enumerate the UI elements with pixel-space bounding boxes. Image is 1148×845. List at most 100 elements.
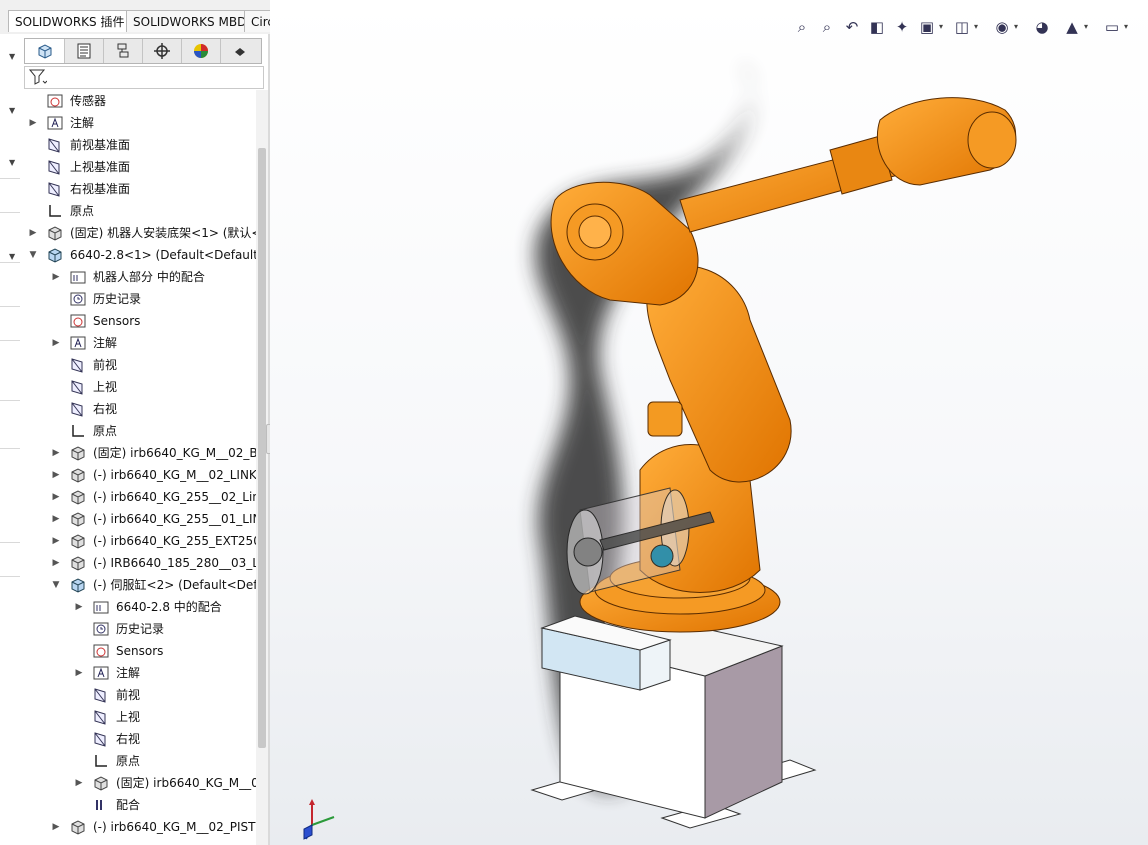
tree-item[interactable]: 历史记录 <box>20 288 256 310</box>
dropdown-arrow-icon[interactable]: ▾ <box>1084 14 1092 40</box>
zoom-to-area-icon[interactable]: ⌕ <box>815 14 839 40</box>
expand-arrow-icon[interactable]: ▶ <box>28 112 38 134</box>
annotation-icon <box>93 665 109 681</box>
component-icon <box>70 467 86 483</box>
tree-item[interactable]: Sensors <box>20 310 256 332</box>
tree-item[interactable]: 前视 <box>20 354 256 376</box>
tree-item[interactable]: ▶ (-) irb6640_KG_255__02_Link <box>20 486 256 508</box>
tree-item[interactable]: 历史记录 <box>20 618 256 640</box>
tree-item[interactable]: 原点 <box>20 200 256 222</box>
expand-arrow-icon[interactable]: ▶ <box>51 464 61 486</box>
tree-item[interactable]: ▶ (固定) 机器人安装底架<1> (默认< <box>20 222 256 244</box>
tree-item[interactable]: ▶ (-) irb6640_KG_255__01_LIN <box>20 508 256 530</box>
tab-solidworks-mbd[interactable]: SOLIDWORKS MBD <box>126 10 254 32</box>
tree-item[interactable]: ▶ 机器人部分 中的配合 <box>20 266 256 288</box>
feature-manager-tab-icon[interactable] <box>25 39 65 63</box>
tree-item-label: 机器人部分 中的配合 <box>93 270 205 284</box>
hide-show-items-icon[interactable]: ◉ <box>990 14 1014 40</box>
expand-arrow-icon[interactable]: ▶ <box>74 772 84 794</box>
expand-arrow-icon[interactable]: ▶ <box>74 596 84 618</box>
tree-item[interactable]: ▶ (固定) irb6640_KG_M__02_BA <box>20 442 256 464</box>
tree-item[interactable]: 前视基准面 <box>20 134 256 156</box>
tree-item[interactable]: 右视 <box>20 398 256 420</box>
view-orientation-icon[interactable]: ▣ <box>915 14 939 40</box>
tree-item[interactable]: ▶ (-) irb6640_KG_M__02_PISTO <box>20 816 256 838</box>
tree-item[interactable]: ▶ 注解 <box>20 112 256 134</box>
component-icon <box>70 511 86 527</box>
tree-item[interactable]: 右视基准面 <box>20 178 256 200</box>
tree-scrollbar[interactable] <box>256 90 268 845</box>
history-icon <box>93 621 109 637</box>
collapse-marker-icon[interactable]: ▼ <box>9 252 15 261</box>
tree-item-label: (-) 伺服缸<2> (Default<Defa <box>93 578 256 592</box>
display-style-icon[interactable]: ◫ <box>950 14 974 40</box>
expand-arrow-icon[interactable]: ▶ <box>51 530 61 552</box>
plane-icon <box>70 379 86 395</box>
tree-item[interactable]: ▼ 6640-2.8<1> (Default<Default_[ <box>20 244 256 266</box>
tree-item-label: (-) irb6640_KG_M__02_PISTO <box>93 820 256 834</box>
apply-scene-icon[interactable]: ▲ <box>1060 14 1084 40</box>
display-manager-icon[interactable] <box>181 39 221 63</box>
dropdown-arrow-icon[interactable]: ▾ <box>1014 14 1022 40</box>
tree-item[interactable]: 前视 <box>20 684 256 706</box>
section-view-icon[interactable]: ◧ <box>865 14 889 40</box>
tree-item[interactable]: 上视 <box>20 706 256 728</box>
filter-bar[interactable] <box>24 66 264 89</box>
expand-arrow-icon[interactable]: ▶ <box>51 508 61 530</box>
tree-item[interactable]: ▶ 注解 <box>20 332 256 354</box>
expand-arrow-icon[interactable]: ▶ <box>51 442 61 464</box>
robot-motor <box>647 401 683 437</box>
previous-view-icon[interactable]: ↶ <box>840 14 864 40</box>
configuration-manager-icon[interactable] <box>103 39 143 63</box>
collapse-marker-icon[interactable]: ▼ <box>9 158 15 167</box>
expand-arrow-icon[interactable]: ▶ <box>51 266 61 288</box>
tree-item[interactable]: 右视 <box>20 728 256 750</box>
tree-item[interactable]: ▶ (-) irb6640_KG_255_EXT250_ <box>20 530 256 552</box>
tree-item[interactable]: ▶ 注解 <box>20 662 256 684</box>
tree-item[interactable]: 传感器 <box>20 90 256 112</box>
collapse-marker-icon[interactable]: ▼ <box>9 52 15 61</box>
dimxpert-icon[interactable] <box>142 39 182 63</box>
tree-item-label: 历史记录 <box>93 292 142 306</box>
extra-icon[interactable] <box>220 39 259 63</box>
expand-arrow-icon[interactable]: ▶ <box>28 222 38 244</box>
tree-item[interactable]: 原点 <box>20 750 256 772</box>
collapse-marker-icon[interactable]: ▼ <box>9 106 15 115</box>
graphics-area[interactable]: ⌕ ⌕ ↶ ◧ ✦ ▣ ▾ ◫ ▾ ◉ ▾ ◕ ▲ ▾ ▭ ▾ <box>270 0 1148 845</box>
expand-arrow-icon[interactable]: ▶ <box>51 332 61 354</box>
scrollbar-thumb[interactable] <box>258 148 266 748</box>
dynamic-annotation-icon[interactable]: ✦ <box>890 14 914 40</box>
dropdown-arrow-icon[interactable]: ▾ <box>1124 14 1132 40</box>
dropdown-arrow-icon[interactable]: ▾ <box>939 14 947 40</box>
edit-appearance-icon[interactable]: ◕ <box>1030 14 1054 40</box>
tree-item[interactable]: 上视 <box>20 376 256 398</box>
tab-solidworks-addins[interactable]: SOLIDWORKS 插件 <box>8 10 132 32</box>
filter-icon[interactable] <box>28 69 48 89</box>
property-manager-icon[interactable] <box>64 39 104 63</box>
tree-item[interactable]: 配合 <box>20 794 256 816</box>
collapse-arrow-icon[interactable]: ▼ <box>28 244 38 266</box>
expand-arrow-icon[interactable]: ▶ <box>51 552 61 574</box>
expand-arrow-icon[interactable]: ▶ <box>74 662 84 684</box>
view-settings-icon[interactable]: ▭ <box>1100 14 1124 40</box>
tree-item[interactable]: ▶ (-) irb6640_KG_M__02_LINK <box>20 464 256 486</box>
tree-item[interactable]: Sensors <box>20 640 256 662</box>
origin-icon <box>47 203 63 219</box>
collapse-arrow-icon[interactable]: ▼ <box>51 574 61 596</box>
tree-item[interactable]: 原点 <box>20 420 256 442</box>
tree-item[interactable]: ▶ (-) IRB6640_185_280__03_LI <box>20 552 256 574</box>
robot-model[interactable] <box>270 0 1148 845</box>
tree-item[interactable]: ▼ (-) 伺服缸<2> (Default<Defa <box>20 574 256 596</box>
tree-item[interactable]: ▶ (固定) irb6640_KG_M__0 <box>20 772 256 794</box>
dropdown-arrow-icon[interactable]: ▾ <box>974 14 982 40</box>
expand-arrow-icon[interactable]: ▶ <box>51 816 61 838</box>
tree-item[interactable]: ▶ 6640-2.8 中的配合 <box>20 596 256 618</box>
plane-icon <box>93 687 109 703</box>
tree-item-label: (固定) irb6640_KG_M__0 <box>116 776 256 790</box>
plane-icon <box>70 401 86 417</box>
zoom-to-fit-icon[interactable]: ⌕ <box>790 14 814 40</box>
component-icon <box>93 775 109 791</box>
tree-item[interactable]: 上视基准面 <box>20 156 256 178</box>
expand-arrow-icon[interactable]: ▶ <box>51 486 61 508</box>
tree-item-label: 原点 <box>93 424 118 438</box>
